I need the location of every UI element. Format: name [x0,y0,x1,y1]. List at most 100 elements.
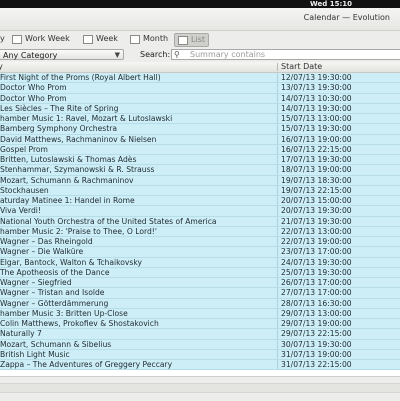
table-row[interactable]: Stenhammar, Szymanowski & R. Strauss 18/0… [0,165,400,176]
event-start-date: 19/07/13 18:30:00 [281,175,352,185]
event-summary: Colin Matthews, Prokofiev & Shostakovich [0,319,159,328]
event-start-date: 25/07/13 19:30:00 [281,267,352,277]
cell-divider [277,298,278,308]
work-week-icon [12,34,22,44]
cell-divider [277,237,278,247]
event-start-date: 19/07/13 22:15:00 [281,185,352,195]
table-row[interactable]: Wagner – Die Walküre 23/07/13 17:00:00 [0,247,400,258]
cell-divider [277,339,278,349]
cell-divider [277,134,278,144]
table-row[interactable]: Zappa – The Adventures of Greggery Pecca… [0,360,400,371]
cell-divider [277,257,278,267]
work-week-label: Work Week [25,34,70,43]
chevron-down-icon: ▼ [114,51,120,59]
table-row[interactable]: Doctor Who Prom 13/07/13 19:30:00 [0,83,400,94]
event-summary: Mozart, Schumann & Rachmaninov [0,175,134,185]
event-summary: Stockhausen [0,185,49,195]
search-input[interactable]: ⚲ Summary contains [171,49,400,60]
event-start-date: 14/07/13 19:30:00 [281,103,352,113]
event-summary: Gospel Prom [0,144,48,154]
category-dropdown[interactable]: Any Category ▼ [0,49,124,60]
table-row[interactable]: Bamberg Symphony Orchestra 15/07/13 19:30… [0,124,400,135]
system-top-bar: Wed 15:10 [0,0,400,8]
system-clock[interactable]: Wed 15:10 [310,0,352,8]
cell-divider [277,165,278,175]
cell-divider [277,308,278,318]
week-view-button[interactable]: Week [80,33,121,45]
table-row[interactable]: Naturally 7 29/07/13 22:15:00 [0,329,400,340]
event-summary: Elgar, Bantock, Walton & Tchaikovsky [0,257,142,267]
table-row[interactable]: David Matthews, Rachmaninov & Nielsen 16/… [0,134,400,145]
event-summary: British Light Music [0,349,70,359]
event-start-date: 20/07/13 19:30:00 [281,206,352,216]
table-row[interactable]: National Youth Orchestra of the United S… [0,216,400,227]
table-row[interactable]: Elgar, Bantock, Walton & Tchaikovsky 24/0… [0,257,400,268]
table-row[interactable]: Wagner – Siegfried 26/07/13 17:00:00 [0,278,400,289]
table-row[interactable]: Doctor Who Prom 14/07/13 10:30:00 [0,93,400,104]
event-start-date: 29/07/13 13:00:00 [281,308,352,318]
view-toolbar: y Work Week Week Month List [0,31,400,49]
list-icon [178,35,188,45]
cell-divider [277,288,278,298]
cell-divider [277,206,278,216]
cell-divider [277,114,278,124]
table-row[interactable]: Britten, Lutoslawski & Thomas Adès 17/07/… [0,155,400,166]
category-value: Any Category [3,51,58,60]
list-label: List [191,35,205,44]
event-summary: Doctor Who Prom [0,83,67,93]
column-divider[interactable] [277,63,278,71]
cell-divider [277,278,278,288]
status-footer [0,376,400,401]
event-start-date: 12/07/13 19:30:00 [281,73,352,82]
table-row[interactable]: The Apotheosis of the Dance 25/07/13 19:3… [0,267,400,278]
month-view-button[interactable]: Month [127,33,171,45]
table-row[interactable]: hamber Music 1: Ravel, Mozart & Lutoslaw… [0,114,400,125]
table-row[interactable]: Gospel Prom 16/07/13 22:15:00 [0,144,400,155]
cell-divider [277,124,278,134]
day-view-button[interactable]: y [0,33,8,45]
cell-divider [277,247,278,257]
day-view-label: y [0,34,5,43]
event-summary: hamber Music 1: Ravel, Mozart & Lutoslaw… [0,114,173,123]
table-row[interactable]: aturday Matinee 1: Handel in Rome 20/07/1… [0,196,400,207]
work-week-view-button[interactable]: Work Week [9,33,73,45]
event-start-date: 29/07/13 22:15:00 [281,329,352,339]
event-start-date: 13/07/13 19:30:00 [281,83,352,93]
table-row[interactable]: First Night of the Proms (Royal Albert H… [0,73,400,84]
event-summary: Doctor Who Prom [0,93,67,103]
event-summary: Stenhammar, Szymanowski & R. Strauss [0,165,155,175]
cell-divider [277,83,278,93]
table-row[interactable]: Wagner – Tristan and Isolde 27/07/13 17:0… [0,288,400,299]
list-header: y Start Date [0,62,400,73]
table-row[interactable]: Wagner – Götterdämmerung 28/07/13 16:30:0… [0,298,400,309]
event-summary: Wagner – Das Rheingold [0,237,93,246]
table-row[interactable]: Stockhausen 19/07/13 22:15:00 [0,185,400,196]
table-row[interactable]: Wagner – Das Rheingold 22/07/13 19:00:00 [0,237,400,248]
cell-divider [277,349,278,359]
event-summary: hamber Music 3: Britten Up-Close [0,308,128,318]
table-row[interactable]: Mozart, Schumann & Rachmaninov 19/07/13 1… [0,175,400,186]
table-row[interactable]: Colin Matthews, Prokofiev & Shostakovich… [0,319,400,330]
event-start-date: 16/07/13 19:00:00 [281,134,352,144]
event-start-date: 15/07/13 19:30:00 [281,124,352,134]
event-start-date: 30/07/13 19:30:00 [281,339,352,349]
event-summary: Viva Verdi! [0,206,41,216]
column-header-start-date[interactable]: Start Date [281,62,322,72]
cell-divider [277,196,278,206]
filter-bar: Any Category ▼ Search: ⚲ Summary contain… [0,48,400,62]
event-start-date: 16/07/13 22:15:00 [281,144,352,154]
horizontal-scrollbar[interactable] [0,383,400,393]
table-row[interactable]: hamber Music 3: Britten Up-Close 29/07/13… [0,308,400,319]
table-row[interactable]: Mozart, Schumann & Sibelius 30/07/13 19:3… [0,339,400,350]
search-icon[interactable]: ⚲ [174,50,180,59]
column-header-summary[interactable]: y [0,62,3,72]
event-start-date: 15/07/13 13:00:00 [281,114,352,123]
table-row[interactable]: Les Siècles – The Rite of Spring 14/07/13… [0,103,400,114]
table-row[interactable]: hamber Music 2: 'Praise to Thee, O Lord!… [0,226,400,237]
table-row[interactable]: British Light Music 31/07/13 19:00:00 [0,349,400,360]
event-summary: Les Siècles – The Rite of Spring [0,103,119,113]
table-row[interactable]: Viva Verdi! 20/07/13 19:30:00 [0,206,400,217]
event-start-date: 28/07/13 16:30:00 [281,298,352,308]
event-summary: Wagner – Tristan and Isolde [0,288,105,298]
list-view-button[interactable]: List [174,33,209,47]
